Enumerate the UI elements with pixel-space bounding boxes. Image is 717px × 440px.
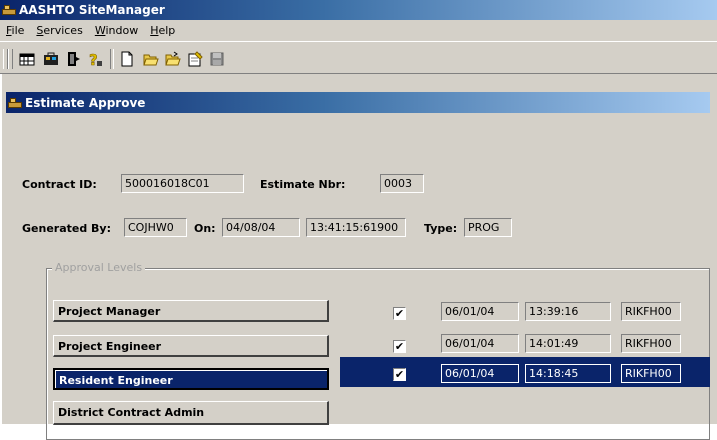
menu-window[interactable]: Window <box>89 24 144 37</box>
exit-door-icon <box>68 52 80 66</box>
level-checkbox-project-engineer[interactable]: ✔ <box>393 340 406 353</box>
level-button-project-manager[interactable]: Project Manager <box>53 300 329 322</box>
new-document-icon <box>121 51 133 67</box>
level-checkbox-resident-engineer[interactable]: ✔ <box>393 368 406 381</box>
contract-id-field[interactable]: 500016018C01 <box>121 174 244 193</box>
level-button-resident-engineer[interactable]: Resident Engineer <box>53 368 329 390</box>
level-time-project-manager[interactable]: 13:39:16 <box>525 302 611 321</box>
app-bulldozer-icon <box>2 4 16 16</box>
open-alt-button[interactable] <box>162 49 184 69</box>
type-field[interactable]: PROG <box>464 218 512 237</box>
on-label: On: <box>194 222 216 235</box>
app-title: AASHTO SiteManager <box>19 3 165 17</box>
level-button-project-engineer[interactable]: Project Engineer <box>53 335 329 357</box>
new-button[interactable] <box>116 49 138 69</box>
level-user-project-engineer[interactable]: RIKFH00 <box>621 334 681 353</box>
grid-icon <box>19 53 35 66</box>
toolbar-grip[interactable] <box>8 49 13 69</box>
help-button[interactable]: ? <box>84 49 106 69</box>
save-disk-icon <box>210 52 224 66</box>
grid-button[interactable] <box>16 49 38 69</box>
menu-services[interactable]: Services <box>30 24 88 37</box>
level-time-resident-engineer[interactable]: 14:18:45 <box>525 364 611 383</box>
level-user-project-manager[interactable]: RIKFH00 <box>621 302 681 321</box>
level-user-resident-engineer[interactable]: RIKFH00 <box>621 364 681 383</box>
menu-bar: File Services Window Help <box>0 20 717 41</box>
briefcase-icon <box>44 52 58 65</box>
notepad-button[interactable] <box>184 49 206 69</box>
level-checkbox-project-manager[interactable]: ✔ <box>393 307 406 320</box>
svg-text:?: ? <box>89 51 98 67</box>
approval-levels-title: Approval Levels <box>52 261 146 274</box>
toolbar-separator <box>110 49 114 69</box>
open-button[interactable] <box>140 49 162 69</box>
notepad-icon <box>188 51 203 67</box>
save-button[interactable] <box>206 49 228 69</box>
window-bulldozer-icon <box>8 97 22 109</box>
type-label: Type: <box>424 222 458 235</box>
window-title-bar: Estimate Approve <box>6 92 710 113</box>
generated-by-field[interactable]: COJHW0 <box>124 218 187 237</box>
estimate-nbr-label: Estimate Nbr: <box>260 178 346 191</box>
estimate-nbr-field[interactable]: 0003 <box>380 174 424 193</box>
help-question-icon: ? <box>89 51 102 67</box>
window-title: Estimate Approve <box>25 95 146 110</box>
on-time-field[interactable]: 13:41:15:61900 <box>306 218 406 237</box>
menu-file[interactable]: File <box>0 24 30 37</box>
level-button-district-contract-admin[interactable]: District Contract Admin <box>53 401 329 425</box>
level-date-project-manager[interactable]: 06/01/04 <box>441 302 519 321</box>
exit-button[interactable] <box>62 49 84 69</box>
level-date-resident-engineer[interactable]: 06/01/04 <box>441 364 519 383</box>
briefcase-button[interactable] <box>40 49 62 69</box>
toolbar: ? <box>0 41 717 74</box>
on-date-field[interactable]: 04/08/04 <box>222 218 300 237</box>
menu-help[interactable]: Help <box>144 24 181 37</box>
level-date-project-engineer[interactable]: 06/01/04 <box>441 334 519 353</box>
level-time-project-engineer[interactable]: 14:01:49 <box>525 334 611 353</box>
app-title-bar: AASHTO SiteManager <box>0 0 717 20</box>
contract-id-label: Contract ID: <box>22 178 97 191</box>
open-folder-icon <box>143 54 159 66</box>
open-folder-alt-icon <box>165 51 181 66</box>
generated-by-label: Generated By: <box>22 222 112 235</box>
